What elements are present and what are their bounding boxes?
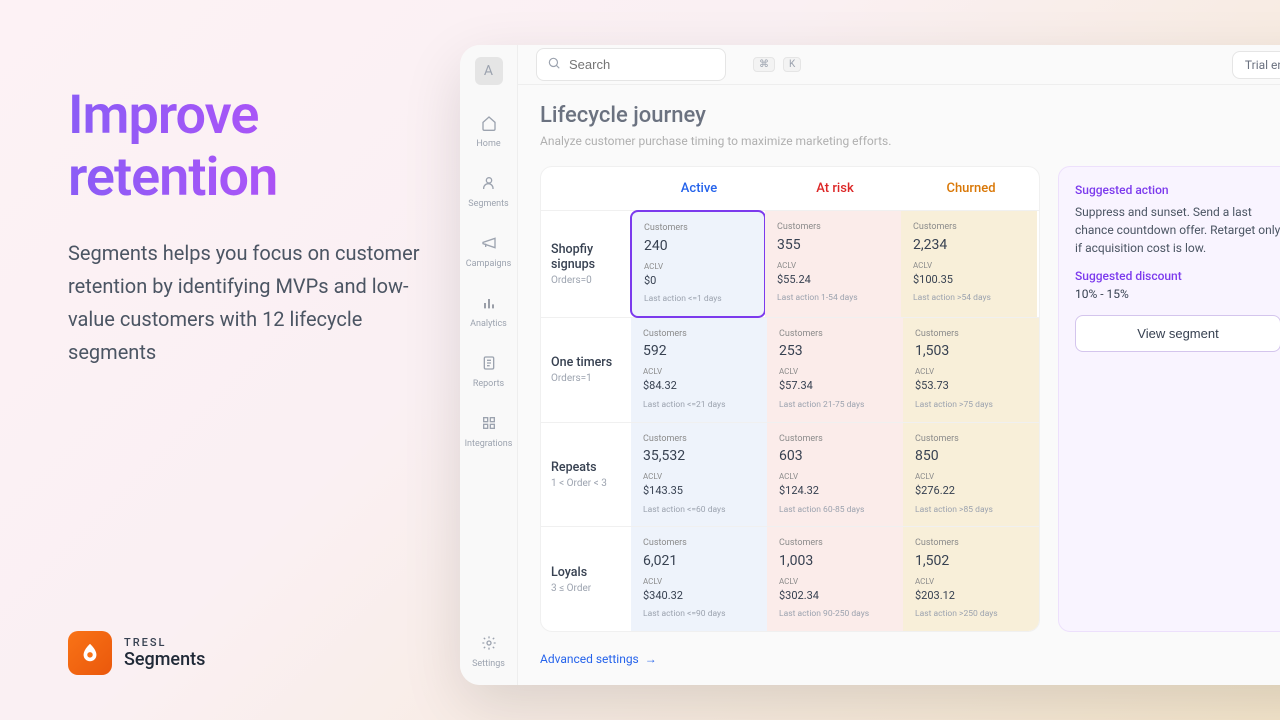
column-header-churned[interactable]: Churned [903, 167, 1039, 210]
suggested-discount-label: Suggested discount [1075, 269, 1280, 283]
matrix-cell[interactable]: Customers 35,532 ACLV $143.35 Last actio… [631, 423, 767, 527]
search-icon [547, 55, 561, 74]
matrix-cell[interactable]: Customers 253 ACLV $57.34 Last action 21… [767, 318, 903, 422]
column-header-active[interactable]: Active [631, 167, 767, 210]
advanced-settings-link[interactable]: Advanced settings → [540, 652, 657, 666]
brand-logo: TRESL Segments [68, 631, 205, 675]
workspace-avatar[interactable]: A [475, 57, 503, 85]
matrix-cell[interactable]: Customers 603 ACLV $124.32 Last action 6… [767, 423, 903, 527]
nav-home[interactable]: Home [460, 111, 517, 153]
matrix-cell[interactable]: Customers 850 ACLV $276.22 Last action >… [903, 423, 1039, 527]
matrix-cell[interactable]: Customers 1,503 ACLV $53.73 Last action … [903, 318, 1039, 422]
suggestion-card: Suggested action Suppress and sunset. Se… [1058, 166, 1280, 632]
arrow-right-icon: → [645, 652, 657, 666]
matrix-cell[interactable]: Customers 592 ACLV $84.32 Last action <=… [631, 318, 767, 422]
file-icon [481, 355, 497, 375]
row-label: Shopfiy signupsOrders=0 [541, 211, 631, 317]
matrix-row: Repeats1 < Order < 3 Customers 35,532 AC… [541, 422, 1039, 527]
marketing-subtext: Segments helps you focus on customer ret… [68, 237, 448, 369]
sidebar: A Home Segments Campaigns Analytics Repo… [460, 45, 518, 685]
brand-name-top: TRESL [124, 636, 205, 649]
gear-icon [481, 635, 497, 655]
matrix-cell[interactable]: Customers 355 ACLV $55.24 Last action 1-… [765, 211, 901, 317]
suggested-discount-value: 10% - 15% [1075, 287, 1280, 301]
kbd-cmd: ⌘ [753, 57, 775, 72]
row-label: Repeats1 < Order < 3 [541, 423, 631, 527]
grid-icon [481, 415, 497, 435]
bar-chart-icon [481, 295, 497, 315]
suggested-action-text: Suppress and sunset. Send a last chance … [1075, 203, 1280, 257]
brand-name-bottom: Segments [124, 649, 205, 670]
matrix-cell[interactable]: Customers 1,003 ACLV $302.34 Last action… [767, 527, 903, 631]
nav-settings[interactable]: Settings [460, 631, 517, 673]
lifecycle-matrix: Active At risk Churned Shopfiy signupsOr… [540, 166, 1040, 632]
matrix-cell[interactable]: Customers 6,021 ACLV $340.32 Last action… [631, 527, 767, 631]
matrix-cell[interactable]: Customers 2,234 ACLV $100.35 Last action… [901, 211, 1037, 317]
brand-logo-icon [68, 631, 112, 675]
nav-reports[interactable]: Reports [460, 351, 517, 393]
column-header-risk[interactable]: At risk [767, 167, 903, 210]
matrix-row: One timersOrders=1 Customers 592 ACLV $8… [541, 317, 1039, 422]
kbd-k: K [783, 57, 801, 72]
megaphone-icon [481, 235, 497, 255]
nav-campaigns[interactable]: Campaigns [460, 231, 517, 273]
nav-analytics[interactable]: Analytics [460, 291, 517, 333]
trial-badge[interactable]: Trial ends in 2 d [1232, 51, 1280, 79]
matrix-row: Loyals3 ≤ Order Customers 6,021 ACLV $34… [541, 526, 1039, 631]
home-icon [481, 115, 497, 135]
matrix-cell[interactable]: Customers 240 ACLV $0 Last action <=1 da… [630, 210, 766, 318]
page-description: Analyze customer purchase timing to maxi… [540, 134, 1280, 148]
matrix-cell[interactable]: Customers 1,502 ACLV $203.12 Last action… [903, 527, 1039, 631]
marketing-headline: Improve retention [68, 85, 448, 209]
nav-segments[interactable]: Segments [460, 171, 517, 213]
row-label: One timersOrders=1 [541, 318, 631, 422]
app-window: A Home Segments Campaigns Analytics Repo… [460, 45, 1280, 685]
page-title: Lifecycle journey [540, 103, 1280, 128]
topbar: ⌘ K Trial ends in 2 d [518, 45, 1280, 85]
search-input[interactable]: ⌘ K [536, 48, 726, 81]
matrix-row: Shopfiy signupsOrders=0 Customers 240 AC… [541, 210, 1039, 317]
row-label: Loyals3 ≤ Order [541, 527, 631, 631]
suggested-action-label: Suggested action [1075, 183, 1280, 197]
nav-integrations[interactable]: Integrations [460, 411, 517, 453]
view-segment-button[interactable]: View segment [1075, 315, 1280, 352]
user-icon [481, 175, 497, 195]
